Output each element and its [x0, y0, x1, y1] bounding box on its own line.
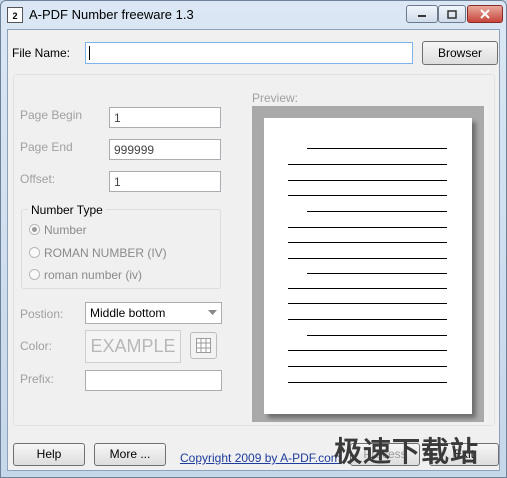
position-select-value: Middle bottom — [90, 306, 166, 320]
preview-line — [288, 195, 447, 196]
browse-button[interactable]: Browser — [422, 41, 498, 65]
close-button[interactable] — [467, 5, 503, 23]
client-area: File Name: Browser Page Begin 1 Page End… — [7, 29, 500, 471]
preview-line — [307, 335, 447, 336]
preview-line — [288, 319, 447, 320]
window-title: A-PDF Number freeware 1.3 — [29, 7, 194, 22]
page-end-input[interactable]: 999999 — [109, 139, 221, 160]
radio-roman-lower-label: roman number (iv) — [44, 268, 143, 282]
color-picker-button[interactable] — [190, 332, 217, 359]
app-icon: 2 — [7, 7, 23, 23]
maximize-icon — [447, 9, 457, 19]
prefix-label: Prefix: — [20, 372, 55, 386]
more-button[interactable]: More ... — [94, 443, 166, 466]
radio-number[interactable] — [29, 224, 40, 235]
preview-line — [307, 211, 447, 212]
minimize-icon — [418, 15, 426, 17]
help-button[interactable]: Help — [13, 443, 85, 466]
preview-line — [288, 227, 447, 228]
prefix-input[interactable] — [85, 370, 222, 391]
number-type-legend: Number Type — [28, 203, 106, 217]
page-begin-label: Page Begin — [20, 108, 83, 122]
preview-line — [288, 350, 447, 351]
position-select[interactable]: Middle bottom — [85, 302, 222, 324]
preview-line — [288, 303, 447, 304]
app-window: 2 A-PDF Number freeware 1.3 File Name: B… — [0, 0, 507, 478]
minimize-button[interactable] — [406, 5, 438, 23]
preview-line — [288, 258, 447, 259]
copyright-link[interactable]: Copyright 2009 by A-PDF.com — [180, 451, 341, 465]
color-label: Color: — [20, 339, 53, 353]
radio-roman-lower[interactable] — [29, 269, 40, 280]
preview-label: Preview: — [252, 91, 299, 105]
preview-line — [288, 242, 447, 243]
offset-label: Offset: — [20, 172, 56, 186]
file-name-label: File Name: — [12, 46, 71, 60]
preview-line — [307, 148, 447, 149]
radio-roman-upper-label: ROMAN NUMBER (IV) — [44, 246, 167, 260]
preview-line — [288, 288, 447, 289]
file-name-input[interactable] — [85, 42, 413, 64]
page-end-label: Page End — [20, 140, 73, 154]
preview-line — [288, 164, 447, 165]
title-bar[interactable]: 2 A-PDF Number freeware 1.3 — [1, 1, 506, 29]
position-label: Postion: — [20, 307, 64, 321]
close-icon — [480, 9, 490, 19]
chevron-down-icon — [208, 310, 217, 315]
preview-line — [288, 382, 447, 383]
offset-input[interactable]: 1 — [109, 171, 221, 192]
preview-line — [307, 273, 447, 274]
maximize-button[interactable] — [438, 5, 466, 23]
page-begin-input[interactable]: 1 — [109, 107, 221, 128]
preview-area — [252, 106, 484, 422]
preview-page — [264, 118, 472, 414]
text-cursor — [89, 46, 90, 60]
watermark-text: 极速下载站 — [334, 435, 480, 468]
grid-icon — [196, 338, 211, 353]
preview-line — [288, 366, 447, 367]
radio-number-label: Number — [44, 223, 87, 237]
radio-roman-upper[interactable] — [29, 247, 40, 258]
preview-line — [288, 180, 447, 181]
color-sample: EXAMPLE — [85, 330, 181, 363]
